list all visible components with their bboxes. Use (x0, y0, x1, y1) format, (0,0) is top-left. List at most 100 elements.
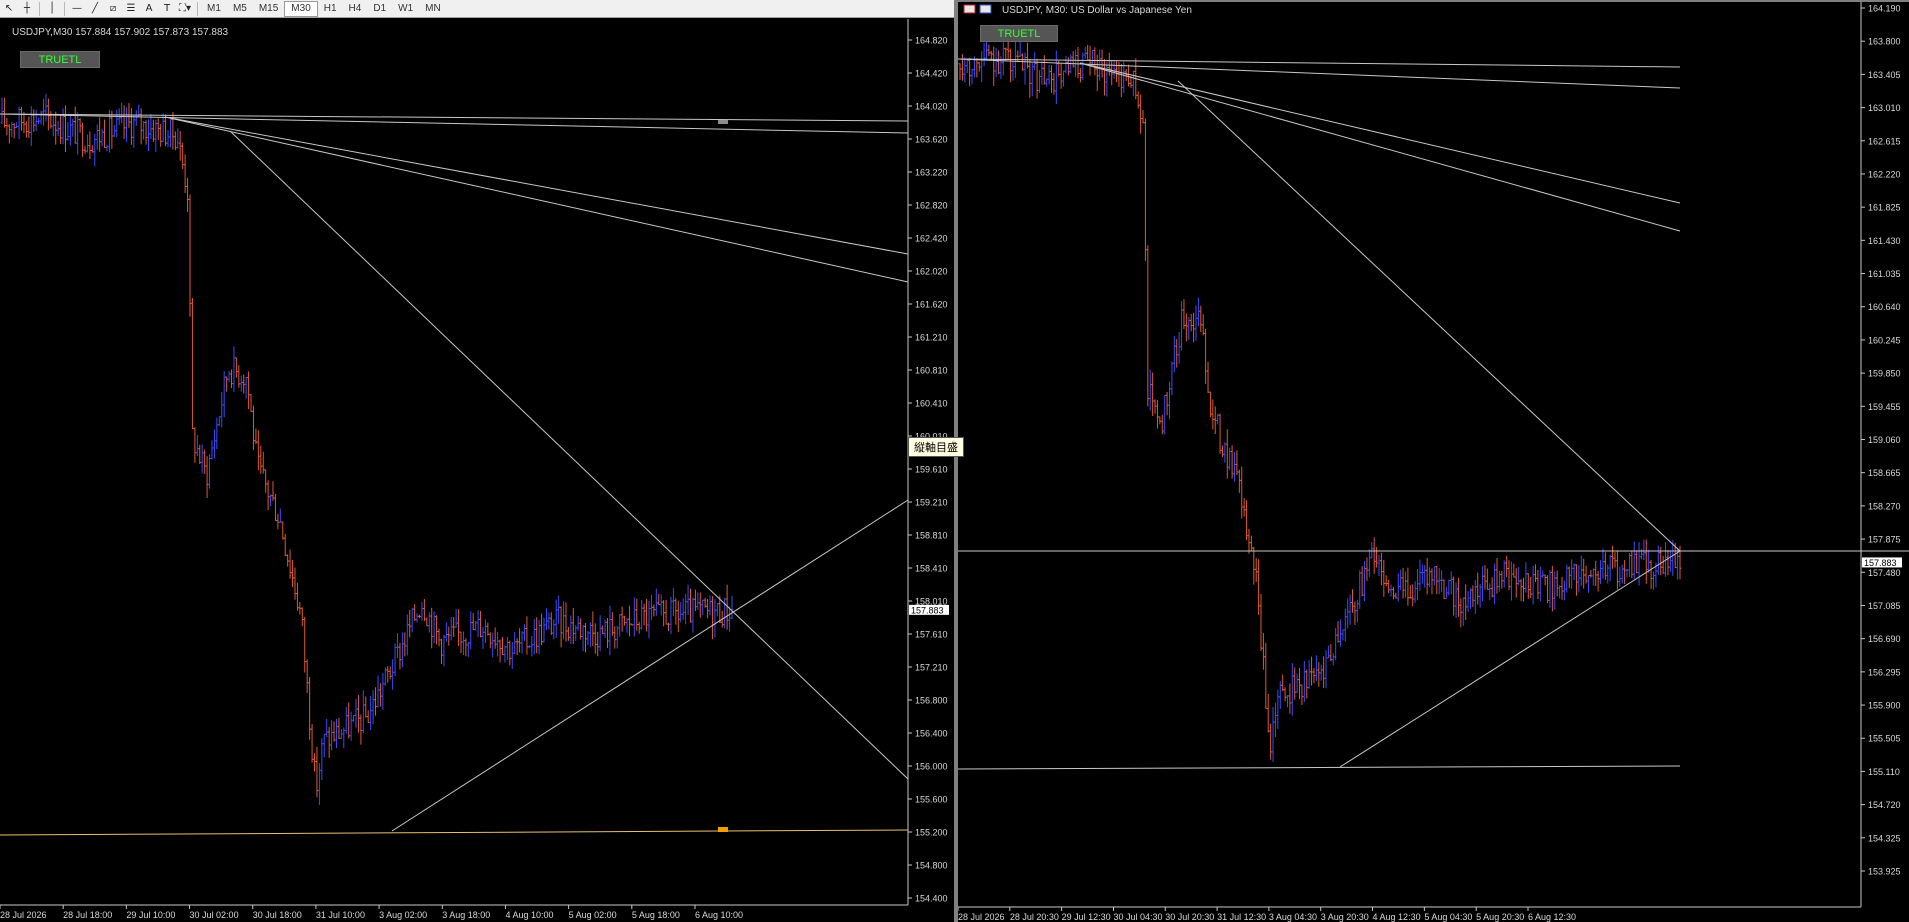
time-label: 3 Aug 02:00 (379, 910, 427, 920)
timeframe-w1[interactable]: W1 (392, 1, 419, 17)
price-label: 157.875 (1868, 535, 1901, 545)
timeframe-m1[interactable]: M1 (201, 1, 227, 17)
time-label: 30 Jul 20:30 (1165, 912, 1214, 922)
symbol-icon (979, 4, 992, 14)
time-label: 4 Aug 12:30 (1373, 912, 1421, 922)
price-label: 163.010 (1868, 103, 1901, 113)
vertical-line-icon[interactable]: │ (43, 1, 61, 17)
channel-icon[interactable]: ⧄ (104, 1, 122, 17)
price-label: 164.820 (915, 36, 948, 46)
price-label: 162.020 (915, 267, 948, 277)
timeframe-mn[interactable]: MN (419, 1, 447, 17)
price-label: 158.665 (1868, 468, 1901, 478)
time-label: 3 Aug 20:30 (1321, 912, 1369, 922)
price-label: 164.020 (915, 102, 948, 112)
price-label: 154.720 (1868, 800, 1901, 810)
timeframe-m5[interactable]: M5 (227, 1, 253, 17)
toolbar-separator (64, 1, 65, 16)
price-label: 161.210 (915, 333, 948, 343)
shapes-icon[interactable]: ⛶▾ (176, 1, 194, 17)
time-label: 31 Jul 12:30 (1217, 912, 1266, 922)
price-label: 159.210 (915, 498, 948, 508)
trendline[interactable] (164, 116, 909, 255)
price-label: 159.610 (915, 465, 948, 475)
text-icon[interactable]: A (140, 1, 158, 17)
timeframe-d1[interactable]: D1 (367, 1, 392, 17)
time-label: 30 Jul 18:00 (253, 910, 302, 920)
price-label: 160.245 (1868, 335, 1901, 345)
price-label: 156.800 (915, 696, 948, 706)
price-label: 159.850 (1868, 369, 1901, 379)
price-label: 155.600 (915, 795, 948, 805)
timeframe-m30[interactable]: M30 (284, 0, 318, 17)
trendline[interactable] (391, 499, 909, 832)
trendline-handle[interactable] (718, 120, 728, 124)
chart-header: USDJPY,M30 157.884 157.902 157.873 157.8… (12, 27, 229, 38)
price-label: 163.405 (1868, 70, 1901, 80)
time-label: 6 Aug 12:30 (1528, 912, 1576, 922)
trendline-icon[interactable]: ╱ (86, 1, 104, 17)
truetl-button-left[interactable]: TRUETL (20, 51, 100, 68)
price-label: 161.430 (1868, 236, 1901, 246)
chart-window-right[interactable]: USDJPY, M30: US Dollar vs Japanese Yen 16… (958, 0, 1909, 922)
timeframe-h4[interactable]: H4 (343, 1, 368, 17)
price-label: 161.620 (915, 300, 948, 310)
price-label: 155.200 (915, 828, 948, 838)
current-price-label: 157.883 (911, 605, 944, 615)
price-label: 156.690 (1868, 634, 1901, 644)
price-label: 159.455 (1868, 402, 1901, 412)
fibonacci-icon[interactable]: ☰ (122, 1, 140, 17)
price-label: 159.060 (1868, 435, 1901, 445)
price-label: 158.810 (915, 531, 948, 541)
toolbar: ↖ ┼ │ — ╱ ⧄ ☰ A T ⛶▾ M1 M5 M15 M30 H1 H4 D1 W1 MN (0, 0, 954, 18)
timeframe-m15[interactable]: M15 (253, 1, 284, 17)
price-label: 158.270 (1868, 501, 1901, 511)
time-label: 5 Aug 18:00 (632, 910, 680, 920)
trendline[interactable] (1339, 550, 1681, 768)
trendline[interactable] (164, 116, 909, 283)
current-price-label: 157.883 (1864, 558, 1897, 568)
time-label: 28 Jul 20:30 (1010, 912, 1059, 922)
hline-handle[interactable] (718, 827, 728, 832)
cursor-icon[interactable]: ↖ (0, 1, 18, 17)
time-label: 29 Jul 12:30 (1062, 912, 1111, 922)
price-label: 154.400 (915, 894, 948, 904)
truetl-button-right[interactable]: TRUETL (980, 25, 1058, 42)
price-label: 162.615 (1868, 136, 1901, 146)
price-label: 155.505 (1868, 734, 1901, 744)
price-label: 163.800 (1868, 37, 1901, 47)
price-label: 163.620 (915, 135, 948, 145)
price-label: 153.925 (1868, 867, 1901, 877)
text-label-icon[interactable]: T (158, 1, 176, 17)
time-label: 5 Aug 02:00 (569, 910, 617, 920)
price-label: 160.640 (1868, 302, 1901, 312)
chart-header: USDJPY, M30: US Dollar vs Japanese Yen (1002, 5, 1192, 16)
trendline[interactable] (229, 130, 909, 780)
price-label: 162.220 (1868, 169, 1901, 179)
window-frame (958, 0, 1909, 2)
horizontal-line-icon[interactable]: — (68, 1, 86, 17)
price-label: 164.190 (1868, 4, 1901, 14)
time-label: 28 Jul 18:00 (63, 910, 112, 920)
time-label: 5 Aug 04:30 (1424, 912, 1472, 922)
price-label: 160.810 (915, 366, 948, 376)
timeframe-h1[interactable]: H1 (318, 1, 343, 17)
time-label: 28 Jul 2026 (958, 912, 1005, 922)
toolbar-separator (197, 1, 199, 16)
time-label: 30 Jul 02:00 (190, 910, 239, 920)
time-label: 31 Jul 10:00 (316, 910, 365, 920)
trendline[interactable] (958, 765, 1681, 770)
price-label: 157.210 (915, 663, 948, 673)
time-label: 3 Aug 04:30 (1269, 912, 1317, 922)
price-label: 154.325 (1868, 833, 1901, 843)
price-label: 160.410 (915, 399, 948, 409)
price-label: 163.220 (915, 168, 948, 178)
trendline[interactable] (0, 829, 909, 836)
crosshair-icon[interactable]: ┼ (18, 1, 36, 17)
trendline[interactable] (1079, 62, 1681, 232)
chart-window-left[interactable]: USDJPY,M30 157.884 157.902 157.873 157.8… (0, 19, 954, 922)
price-label: 158.410 (915, 564, 948, 574)
trendline[interactable] (1177, 80, 1681, 552)
time-label: 6 Aug 10:00 (695, 910, 743, 920)
price-label: 164.420 (915, 69, 948, 79)
